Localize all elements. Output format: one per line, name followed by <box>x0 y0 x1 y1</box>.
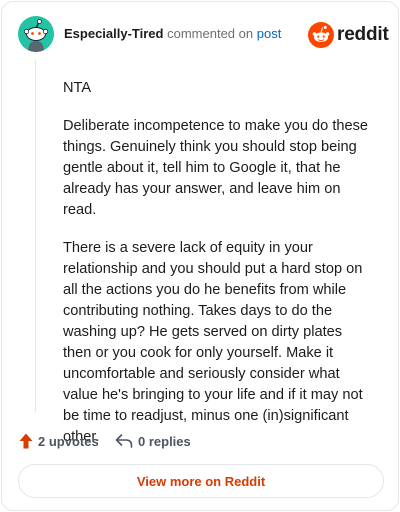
comment-header: Especially-Tired commented on post reddi… <box>18 16 389 52</box>
reddit-wordmark: reddit <box>337 24 389 45</box>
post-link[interactable]: post <box>257 26 282 41</box>
snoo-avatar-icon <box>18 16 54 52</box>
reply-button[interactable]: 0 replies <box>115 431 191 451</box>
avatar[interactable] <box>18 16 54 52</box>
action-text: commented on <box>167 26 254 41</box>
reddit-brand[interactable]: reddit <box>308 22 389 48</box>
reply-count: 0 replies <box>138 433 191 449</box>
upvote-button[interactable]: 2 upvotes <box>19 431 99 451</box>
comment-body: NTA Deliberate incompetence to make you … <box>63 78 373 465</box>
comment-paragraph: There is a severe lack of equity in your… <box>63 240 363 445</box>
comment-embed-card: Especially-Tired commented on post reddi… <box>1 1 399 511</box>
upvote-arrow-icon <box>19 433 33 449</box>
comment-paragraph: NTA <box>63 80 92 96</box>
reply-arrow-icon <box>115 434 133 448</box>
username[interactable]: Especially-Tired <box>64 26 163 41</box>
upvote-count: 2 upvotes <box>38 433 99 449</box>
reddit-logo-icon <box>308 22 334 48</box>
view-more-button[interactable]: View more on Reddit <box>18 464 384 498</box>
comment-paragraph: Deliberate incompetence to make you do t… <box>63 118 369 218</box>
comment-actions: 2 upvotes 0 replies <box>19 431 382 451</box>
comment-meta: Especially-Tired commented on post <box>64 26 281 42</box>
thread-line <box>35 60 36 412</box>
